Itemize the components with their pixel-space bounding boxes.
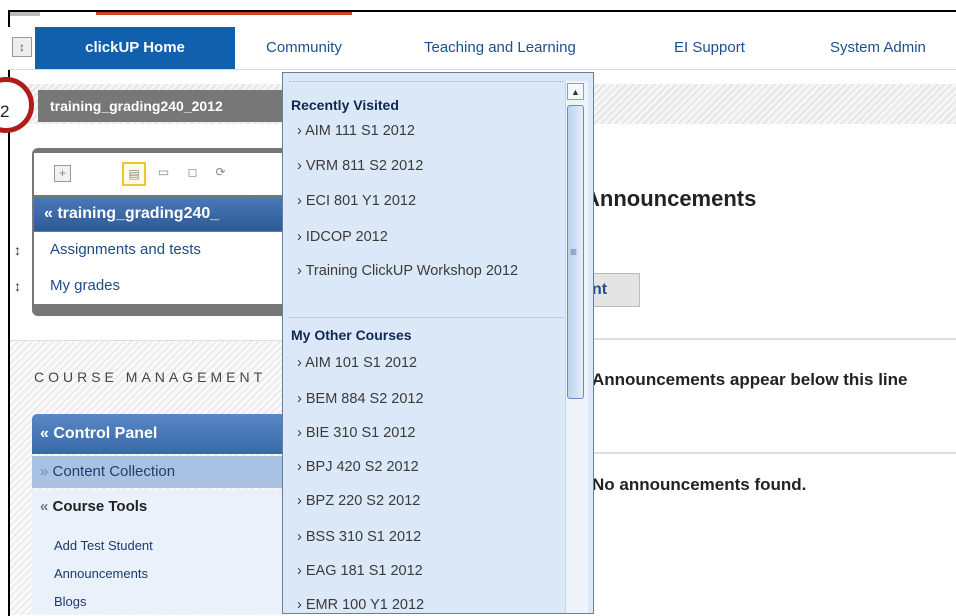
tab-system-admin[interactable]: System Admin [830, 27, 926, 69]
course-label: BPZ 220 S2 2012 [305, 493, 421, 509]
drag-handle-icon[interactable]: ↕ [14, 242, 21, 258]
course-label: ECI 801 Y1 2012 [305, 193, 417, 209]
collapse-icon: « [40, 425, 54, 442]
course-label: AIM 111 S1 2012 [305, 123, 415, 139]
drag-handle-icon[interactable]: ↕ [14, 278, 21, 294]
courses-dropdown: Recently Visited › AIM 111 S1 2012 › VRM… [282, 72, 594, 614]
course-label: Training ClickUP Workshop 2012 [305, 263, 519, 279]
course-label: BEM 884 S2 2012 [305, 391, 424, 407]
tool-add-test-student[interactable]: Add Test Student [54, 538, 153, 553]
other-course-item[interactable]: › BPJ 420 S2 2012 [297, 457, 565, 478]
chevron-right-icon: › [297, 355, 306, 371]
other-course-item[interactable]: › EAG 181 S1 2012 [297, 561, 565, 582]
course-label: BSS 310 S1 2012 [305, 529, 422, 545]
course-label: VRM 811 S2 2012 [305, 158, 424, 174]
chevron-right-icon: › [297, 459, 306, 475]
top-gray-stub [10, 12, 40, 16]
course-management-label: COURSE MANAGEMENT [34, 369, 267, 385]
recent-course-item[interactable]: › ECI 801 Y1 2012 [297, 191, 565, 212]
course-label: EMR 100 Y1 2012 [305, 597, 425, 613]
collapse-icon: « [44, 205, 58, 222]
tab-clickup-home[interactable]: clickUP Home [35, 27, 235, 69]
recent-course-item[interactable]: › Training ClickUP Workshop 2012 [297, 261, 565, 282]
course-label: AIM 101 S1 2012 [305, 355, 418, 371]
content-collection-item[interactable]: » Content Collection [32, 456, 284, 488]
other-courses-heading: My Other Courses [291, 327, 412, 343]
recent-course-item[interactable]: › AIM 111 S1 2012 [297, 121, 565, 142]
expand-icon[interactable]: ↕ [12, 37, 32, 57]
control-panel-header[interactable]: « Control Panel [32, 414, 284, 454]
course-tools-header[interactable]: « Course Tools [40, 498, 147, 515]
empty-message: No announcements found. [592, 475, 807, 494]
tab-teaching-learning[interactable]: Teaching and Learning [424, 27, 576, 69]
other-course-item[interactable]: › BEM 884 S2 2012 [297, 389, 565, 410]
control-panel-label: Control Panel [53, 425, 158, 442]
chevron-right-icon: › [297, 493, 306, 509]
tool-blogs[interactable]: Blogs [54, 594, 87, 609]
expand-chevron-icon: » [40, 463, 53, 480]
course-tools-label: Course Tools [52, 498, 148, 515]
tab-community[interactable]: Community [266, 27, 342, 69]
top-navigation: ↕ clickUP Home Community Teaching and Le… [8, 27, 956, 70]
chevron-right-icon: › [297, 158, 306, 174]
divider [592, 452, 956, 454]
collapse-icon: « [40, 498, 53, 515]
chevron-right-icon: › [297, 123, 306, 139]
menu-link-my-grades[interactable]: My grades [34, 268, 292, 304]
action-button-label: nt [592, 281, 608, 298]
divider [592, 338, 956, 340]
breadcrumb-course[interactable]: training_grading240_2012 [38, 90, 282, 122]
scroll-up-arrow-icon[interactable]: ▲ [567, 83, 584, 100]
menu-link-assignments[interactable]: Assignments and tests [34, 232, 292, 268]
course-label: EAG 181 S1 2012 [305, 563, 423, 579]
chevron-right-icon: › [297, 229, 306, 245]
course-menu-title[interactable]: « training_grading240_ [34, 197, 292, 231]
chevron-right-icon: › [297, 425, 306, 441]
chevron-right-icon: › [297, 391, 306, 407]
step-number: 2 [0, 102, 10, 121]
other-course-item[interactable]: › BIE 310 S1 2012 [297, 423, 565, 444]
chevron-right-icon: › [297, 193, 306, 209]
list-view-icon[interactable]: ▤ [122, 162, 146, 186]
course-menu-toolbar: + ▤ ▭ ◻ ⟳ [34, 153, 292, 195]
new-window-icon[interactable]: ◻ [184, 165, 201, 182]
chevron-right-icon: › [297, 597, 306, 613]
recently-visited-heading: Recently Visited [291, 97, 399, 113]
course-label: BPJ 420 S2 2012 [305, 459, 419, 475]
recent-course-item[interactable]: › VRM 811 S2 2012 [297, 156, 565, 177]
other-course-item[interactable]: › BPZ 220 S2 2012 [297, 491, 565, 512]
chevron-right-icon: › [297, 563, 306, 579]
grip-icon: ≡ [570, 245, 578, 259]
content-collection-label: Content Collection [52, 463, 176, 480]
separator [289, 317, 563, 318]
other-course-item[interactable]: › EMR 100 Y1 2012 [297, 595, 565, 613]
top-red-line [96, 12, 352, 15]
announcements-note: Announcements appear below this line [592, 370, 908, 389]
course-label: IDCOP 2012 [305, 229, 388, 245]
other-course-item[interactable]: › AIM 101 S1 2012 [297, 353, 565, 374]
refresh-icon[interactable]: ⟳ [212, 165, 229, 182]
folder-view-icon[interactable]: ▭ [155, 165, 172, 182]
course-label: BIE 310 S1 2012 [305, 425, 416, 441]
chevron-right-icon: › [297, 529, 306, 545]
separator [289, 81, 563, 82]
other-course-item[interactable]: › BSS 310 S1 2012 [297, 527, 565, 548]
tab-ei-support[interactable]: EI Support [674, 27, 745, 69]
add-menu-item-icon[interactable]: + [54, 165, 71, 182]
chevron-right-icon: › [297, 263, 306, 279]
tool-announcements[interactable]: Announcements [54, 566, 148, 581]
page-title: Announcements [584, 186, 757, 211]
recent-course-item[interactable]: › IDCOP 2012 [297, 227, 565, 248]
course-title-text: training_grading240_ [57, 205, 220, 222]
